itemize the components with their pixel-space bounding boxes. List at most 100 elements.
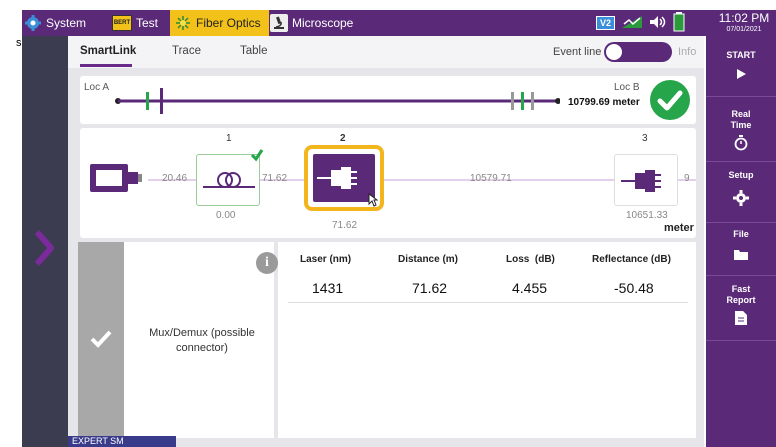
chevron-right-icon[interactable] [34,228,54,268]
event-3-number: 3 [642,133,648,144]
fiber-coil-icon [203,172,255,188]
event-marker-green-2 [521,92,524,110]
status-icons: V2 [596,10,691,36]
top-bar: System BERT Test Fiber Optics Microscope… [22,10,776,36]
microscope-menu[interactable]: Microscope [270,10,353,36]
header-laser: Laser (nm) [300,254,352,265]
setup-button[interactable]: Setup [706,162,776,222]
loc-b-label: Loc B [614,82,640,93]
info-icon[interactable]: i [256,252,278,274]
cell-loss: 4.455 [512,280,548,296]
row-divider [288,302,688,303]
test-label: Test [136,16,159,30]
loc-b-distance: 10799.69 meter [568,97,640,108]
event-1-pass-check-icon [250,149,264,162]
tab-trace[interactable]: Trace [172,45,201,57]
checkmark-icon [90,330,112,348]
stopwatch-icon [734,135,748,151]
gear-icon [24,14,42,32]
cell-laser: 1431 [312,280,344,296]
toggle-knob [606,44,622,60]
link-line [115,88,560,114]
v2-badge: V2 [596,16,616,30]
gear-icon [733,190,749,206]
setup-label: Setup [728,170,754,180]
event-2-number: 2 [340,133,346,144]
system-menu[interactable]: System [24,10,86,36]
segment-length-3: 10579.71 [470,173,512,184]
view-tabs: SmartLink Trace Table Event line Info [68,36,704,68]
loc-b-dot [555,98,560,104]
event-2-connector-selected[interactable] [304,145,384,211]
event-marker-green [146,92,149,110]
fiber-optics-label: Fiber Optics [196,16,261,30]
bert-icon: BERT [112,15,132,31]
start-button[interactable]: START [706,36,776,96]
segment-length-1: 20.46 [162,173,188,184]
expert-sm-label: EXPERT SM [68,436,176,447]
event-marker-grey-1 [511,92,514,110]
header-distance: Distance (m) [398,254,459,265]
real-time-label: Real Time [730,109,752,130]
event-3-position: 10651.33 [626,210,668,221]
active-tab-underline [80,64,132,67]
tab-table[interactable]: Table [240,45,268,57]
right-action-panel: START Real Time Setup File Fast Report [706,36,776,447]
microscope-icon [270,14,288,32]
event-marker-grey-2 [531,92,534,110]
fast-report-button[interactable]: Fast Report [706,276,776,340]
fast-report-label: Fast Report [726,284,756,305]
start-label: START [726,50,756,60]
pass-status-icon [650,80,690,120]
volume-icon[interactable] [649,15,667,32]
date-text: 07/01/2021 [726,26,762,33]
report-icon [735,311,747,325]
event-2-inner [313,154,375,202]
event-description: Mux/Demux (possible connector) [149,327,255,354]
clock: 11:02 PM 07/01/2021 [716,12,772,34]
event-marker-selected [160,88,163,114]
otdr-source-icon [90,162,152,196]
play-icon [737,69,746,79]
real-time-button[interactable]: Real Time [706,97,776,161]
folder-icon [734,250,748,260]
system-label: System [46,16,87,30]
cell-distance: 71.62 [412,280,448,296]
event-1-number: 1 [226,133,232,144]
info-label: Info [678,46,697,58]
app-screen: s System BERT Test Fiber Optics Microsco… [0,0,776,447]
event-status-strip [78,242,124,438]
mouse-pointer-icon [368,193,378,207]
file-button[interactable]: File [706,223,776,275]
fiber-optics-tab[interactable]: Fiber Optics [170,10,269,36]
stray-character: s [16,37,22,49]
header-reflectance: Reflectance (dB) [592,254,671,265]
segment-length-2: 71.62 [262,173,288,184]
tab-smartlink[interactable]: SmartLink [80,45,136,57]
link-schematic: 20.46 1 0.00 71.62 2 71.62 10579.71 3 9 … [80,128,696,238]
connector-icon [317,167,357,189]
main-content: SmartLink Trace Table Event line Info Lo… [68,36,704,447]
distance-unit: meter [664,222,694,234]
connector-icon [621,170,661,192]
event-detail-summary: i Mux/Demux (possible connector) [78,242,278,438]
event-2-position: 71.62 [332,220,358,231]
event-3-connector[interactable] [614,154,678,206]
event-measurements-table: Laser (nm) Distance (m) Loss (dB) Reflec… [278,242,696,438]
cell-reflectance: -50.48 [614,280,654,296]
test-menu[interactable]: BERT Test [112,10,158,36]
battery-icon [673,11,685,35]
link-overview: Loc A Loc B 10799.69 meter [80,76,696,124]
event-1-position: 0.00 [216,210,236,221]
laser-star-icon [174,14,192,32]
file-label: File [733,229,749,239]
connection-icon [621,15,643,32]
time-text: 11:02 PM [718,11,770,25]
bert-icon-text: BERT [113,20,131,26]
segment-length-4: 9 [684,173,690,184]
microscope-label: Microscope [292,16,354,30]
event-line-label: Event line [553,46,602,58]
event-line-toggle[interactable] [604,42,672,62]
header-loss: Loss (dB) [506,254,555,265]
separator [706,340,776,341]
